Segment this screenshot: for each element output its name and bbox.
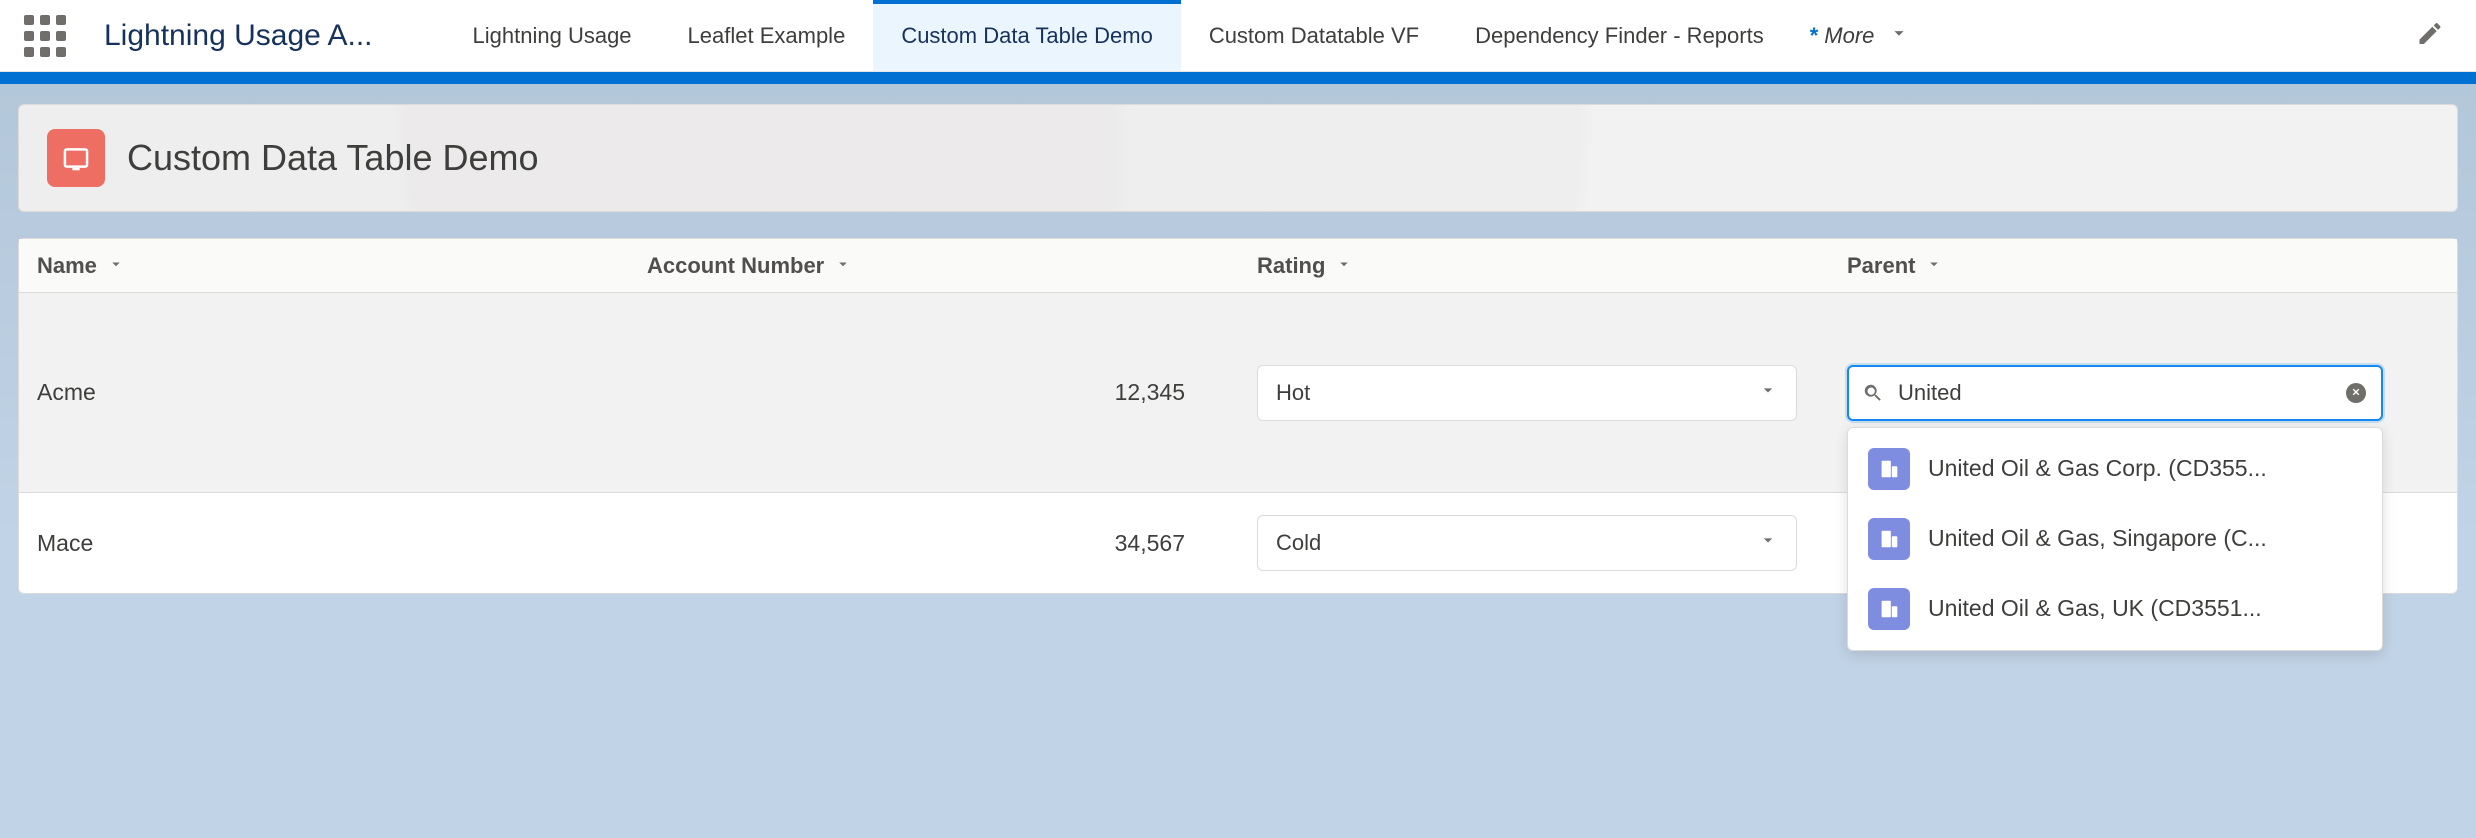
column-label: Rating xyxy=(1257,253,1325,279)
chevron-down-icon xyxy=(834,253,852,279)
tab-lightning-usage[interactable]: Lightning Usage xyxy=(445,0,660,71)
rating-select[interactable]: Cold xyxy=(1257,515,1797,571)
cell-account-number: 34,567 xyxy=(629,530,1239,557)
lookup-option-label: United Oil & Gas Corp. (CD355... xyxy=(1928,455,2267,482)
asterisk-icon: * xyxy=(1810,23,1819,49)
column-header-parent[interactable]: Parent xyxy=(1829,253,2457,279)
lookup-option[interactable]: United Oil & Gas, Singapore (C... xyxy=(1848,504,2382,574)
chevron-down-icon xyxy=(1758,530,1778,556)
tab-more[interactable]: * More xyxy=(1792,0,1929,71)
tab-custom-data-table-demo[interactable]: Custom Data Table Demo xyxy=(873,0,1181,71)
chevron-down-icon xyxy=(1888,22,1910,50)
table-header-row: Name Account Number Rating Parent xyxy=(19,239,2457,293)
clear-icon[interactable] xyxy=(2344,381,2368,405)
data-table: Name Account Number Rating Parent Acme 1… xyxy=(18,238,2458,594)
search-icon xyxy=(1862,382,1884,404)
table-row: Acme 12,345 Hot xyxy=(19,293,2457,493)
page-body: Custom Data Table Demo Name Account Numb… xyxy=(0,84,2476,838)
tab-dependency-finder-reports[interactable]: Dependency Finder - Reports xyxy=(1447,0,1792,71)
cell-rating: Cold xyxy=(1239,515,1829,571)
column-header-rating[interactable]: Rating xyxy=(1239,253,1829,279)
cell-name: Mace xyxy=(19,530,629,557)
rating-select[interactable]: Hot xyxy=(1257,365,1797,421)
lookup-option-label: United Oil & Gas, Singapore (C... xyxy=(1928,525,2267,552)
cell-account-number: 12,345 xyxy=(629,379,1239,406)
context-tab-bar: Lightning Usage Leaflet Example Custom D… xyxy=(445,0,1929,71)
page-header: Custom Data Table Demo xyxy=(18,104,2458,212)
chevron-down-icon xyxy=(1335,253,1353,279)
column-header-name[interactable]: Name xyxy=(19,253,629,279)
column-header-account-number[interactable]: Account Number xyxy=(629,253,1239,279)
lookup-option[interactable]: United Oil & Gas Corp. (CD355... xyxy=(1848,434,2382,504)
rating-value: Hot xyxy=(1276,380,1310,406)
column-label: Account Number xyxy=(647,253,824,279)
parent-lookup-dropdown: United Oil & Gas Corp. (CD355... United … xyxy=(1847,427,2383,651)
account-icon xyxy=(1868,588,1910,630)
cell-rating: Hot xyxy=(1239,365,1829,421)
account-icon xyxy=(1868,448,1910,490)
account-icon xyxy=(1868,518,1910,560)
chevron-down-icon xyxy=(1925,253,1943,279)
app-launcher-icon[interactable] xyxy=(24,15,66,57)
cell-name: Acme xyxy=(19,379,629,406)
parent-lookup-input[interactable] xyxy=(1847,365,2383,421)
global-header: Lightning Usage A... Lightning Usage Lea… xyxy=(0,0,2476,72)
page-icon xyxy=(47,129,105,187)
parent-search-field[interactable] xyxy=(1898,380,2330,406)
rating-value: Cold xyxy=(1276,530,1321,556)
tab-custom-datatable-vf[interactable]: Custom Datatable VF xyxy=(1181,0,1447,71)
brand-band: Custom Data Table Demo Name Account Numb… xyxy=(0,72,2476,838)
chevron-down-icon xyxy=(107,253,125,279)
lookup-option-label: United Oil & Gas, UK (CD3551... xyxy=(1928,595,2262,622)
tab-leaflet-example[interactable]: Leaflet Example xyxy=(660,0,874,71)
more-label: More xyxy=(1824,23,1874,49)
page-title: Custom Data Table Demo xyxy=(127,137,539,179)
column-label: Name xyxy=(37,253,97,279)
cell-parent: United Oil & Gas Corp. (CD355... United … xyxy=(1829,365,2457,421)
edit-pencil-icon[interactable] xyxy=(2416,19,2444,52)
lookup-option[interactable]: United Oil & Gas, UK (CD3551... xyxy=(1848,574,2382,644)
chevron-down-icon xyxy=(1758,380,1778,406)
app-title: Lightning Usage A... xyxy=(104,19,373,53)
column-label: Parent xyxy=(1847,253,1915,279)
